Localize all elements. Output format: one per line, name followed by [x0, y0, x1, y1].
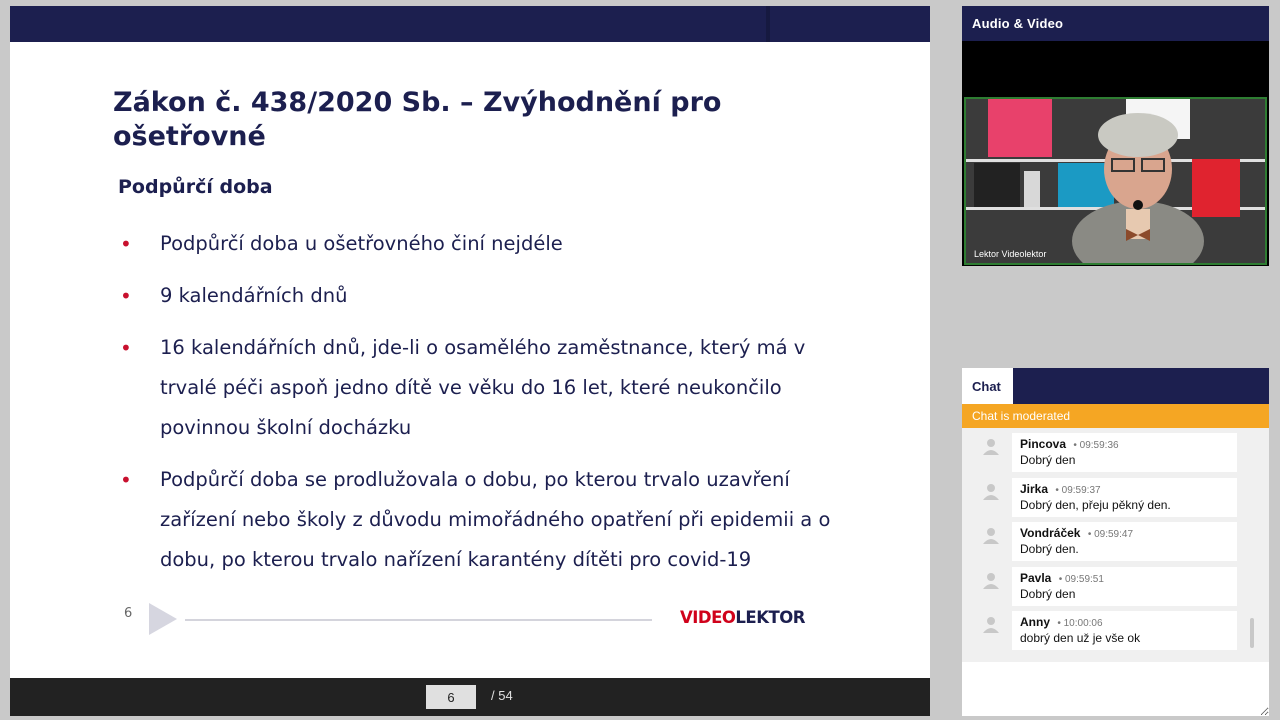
message-text: Dobrý den.: [1020, 542, 1079, 556]
chat-message-bubble: Vondráček • 09:59:47 Dobrý den.: [1012, 522, 1237, 561]
audio-video-panel: Audio & Video Lektor Videolektor: [962, 6, 1269, 266]
slide-header-bar: [10, 6, 930, 42]
bullet-item: • Podpůrčí doba u ošetřovného činí nejdé…: [118, 224, 838, 264]
chat-message: Pavla • 09:59:51 Dobrý den: [962, 562, 1269, 607]
message-author: Anny: [1020, 615, 1050, 629]
message-time: • 09:59:36: [1073, 440, 1119, 451]
footer-divider: [185, 619, 652, 621]
page-navigation-bar: / 54: [10, 678, 930, 716]
message-time: • 10:00:06: [1057, 618, 1103, 629]
presenter-video[interactable]: Lektor Videolektor: [964, 97, 1267, 265]
bullet-dot-icon: •: [120, 468, 132, 492]
video-caption: Lektor Videolektor: [974, 249, 1047, 259]
chat-message-bubble: Anny • 10:00:06 dobrý den už je vše ok: [1012, 611, 1237, 650]
chat-message-input[interactable]: [962, 664, 1269, 716]
message-author: Jirka: [1020, 481, 1049, 496]
chat-panel: Chat Chat is moderated Pincova • 09:59:3…: [962, 368, 1269, 716]
chat-message: Jirka • 09:59:37 Dobrý den, přeju pěkný …: [962, 473, 1269, 518]
chat-message-bubble: Jirka • 09:59:37 Dobrý den, přeju pěkný …: [1012, 477, 1237, 517]
message-text: Dobrý den, přeju pěkný den.: [1020, 497, 1171, 512]
chat-message: Anny • 10:00:06 dobrý den už je vše ok: [962, 606, 1269, 651]
bullet-dot-icon: •: [120, 284, 132, 308]
message-author: Vondráček: [1020, 526, 1081, 540]
message-author: Pavla: [1020, 570, 1052, 585]
message-text: Dobrý den: [1020, 453, 1076, 467]
bullet-item: • 16 kalendářních dnů, jde-li o osaměléh…: [118, 328, 838, 448]
bullet-dot-icon: •: [120, 336, 132, 360]
presenter-video-scene: [966, 99, 1265, 263]
bullet-text: Podpůrčí doba se prodlužovala o dobu, po…: [160, 468, 831, 571]
message-text: dobrý den už je vše ok: [1020, 631, 1141, 645]
audio-video-title: Audio & Video: [962, 6, 1269, 41]
user-avatar-icon: [983, 483, 999, 500]
tab-chat[interactable]: Chat: [962, 368, 1013, 404]
bullet-text: 9 kalendářních dnů: [160, 284, 348, 307]
user-avatar-icon: [983, 528, 999, 544]
slide-canvas: Zákon č. 438/2020 Sb. – Zvýhodnění pro o…: [10, 6, 930, 716]
user-avatar-icon: [983, 439, 999, 455]
slide-page-number: 6: [124, 606, 133, 621]
chat-scrollbar[interactable]: [1250, 618, 1254, 648]
chat-tab-bar: Chat: [962, 368, 1269, 404]
page-number-input[interactable]: [426, 685, 476, 709]
bullet-text: 16 kalendářních dnů, jde-li o osamělého …: [160, 336, 806, 439]
chat-message: Pincova • 09:59:36 Dobrý den: [962, 428, 1269, 473]
user-avatar-icon: [983, 572, 999, 589]
user-avatar-icon: [983, 617, 999, 633]
message-time: • 09:59:51: [1058, 573, 1104, 585]
bullet-text: Podpůrčí doba u ošetřovného činí nejdéle: [160, 232, 563, 255]
videolektor-logo: VIDEOLEKTOR: [680, 608, 805, 627]
chat-moderated-notice: Chat is moderated: [962, 404, 1269, 428]
chat-message: Vondráček • 09:59:47 Dobrý den.: [962, 517, 1269, 562]
message-time: • 09:59:37: [1055, 484, 1101, 496]
slide-title: Zákon č. 438/2020 Sb. – Zvýhodnění pro o…: [113, 87, 722, 152]
bullet-item: • 9 kalendářních dnů: [118, 276, 838, 316]
page-total: / 54: [491, 688, 513, 703]
message-text: Dobrý den: [1020, 586, 1076, 601]
bullet-list: • Podpůrčí doba u ošetřovného činí nejdé…: [118, 224, 838, 592]
message-time: • 09:59:47: [1087, 529, 1134, 540]
slide-subtitle: Podpůrčí doba: [118, 176, 273, 198]
slide-footer: 6 VIDEOLEKTOR: [10, 598, 930, 638]
header-bar-accent: [766, 6, 770, 42]
message-author: Pincova: [1020, 437, 1067, 451]
chat-message-bubble: Pincova • 09:59:36 Dobrý den: [1012, 433, 1237, 472]
chat-message-bubble: Pavla • 09:59:51 Dobrý den: [1012, 566, 1237, 606]
bullet-dot-icon: •: [120, 232, 132, 256]
play-icon: [149, 603, 177, 635]
bullet-item: • Podpůrčí doba se prodlužovala o dobu, …: [118, 460, 838, 580]
chat-message-list[interactable]: Pincova • 09:59:36 Dobrý den Jirka • 09:…: [962, 428, 1269, 662]
